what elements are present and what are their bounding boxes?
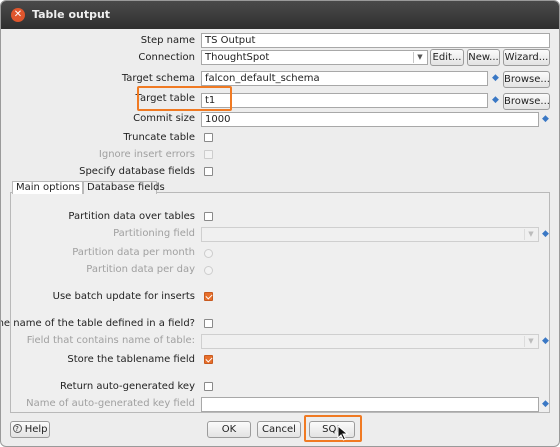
- new-connection-button[interactable]: New...: [467, 49, 500, 66]
- browse-schema-button[interactable]: Browse...: [503, 71, 550, 88]
- partition-per-month-radio[interactable]: [204, 249, 213, 258]
- store-tablename-field-checkbox[interactable]: [204, 355, 213, 364]
- partition-over-tables-label: Partition data over tables: [68, 211, 195, 222]
- variable-icon: ◆: [492, 95, 499, 105]
- cancel-button[interactable]: Cancel: [257, 421, 301, 438]
- partition-over-tables-checkbox[interactable]: [204, 212, 213, 221]
- table-output-dialog: ✕ Table output Step name TS Output Conne…: [0, 0, 560, 447]
- variable-icon: ◆: [542, 399, 549, 409]
- partition-per-day-label: Partition data per day: [86, 264, 195, 275]
- truncate-table-checkbox[interactable]: [204, 133, 213, 142]
- variable-icon: ◆: [542, 114, 549, 124]
- partitioning-field-label: Partitioning field: [113, 228, 195, 239]
- generated-key-field-input[interactable]: [201, 397, 539, 412]
- tab-main-options[interactable]: Main options: [12, 181, 83, 194]
- window-title: Table output: [32, 8, 111, 21]
- connection-value: ThoughtSpot: [205, 52, 270, 63]
- commit-size-value: 1000: [205, 114, 231, 125]
- target-table-label: Target table: [135, 93, 195, 104]
- browse-table-button[interactable]: Browse...: [503, 93, 550, 110]
- partition-per-month-label: Partition data per month: [72, 247, 195, 258]
- partitioning-field-select[interactable]: ▼: [201, 227, 539, 242]
- step-name-input[interactable]: TS Output: [201, 33, 550, 48]
- connection-select[interactable]: ThoughtSpot ▼: [201, 50, 428, 65]
- field-table-name-label: Field that contains name of table:: [26, 335, 195, 346]
- close-icon[interactable]: ✕: [11, 8, 25, 22]
- return-generated-key-checkbox[interactable]: [204, 382, 213, 391]
- table-name-in-field-label: Is the name of the table defined in a fi…: [0, 318, 195, 329]
- specify-database-fields-checkbox[interactable]: [204, 167, 213, 176]
- connection-label: Connection: [138, 52, 195, 63]
- ok-button[interactable]: OK: [207, 421, 251, 438]
- mouse-cursor-icon: [337, 425, 349, 441]
- chevron-down-icon: ▼: [413, 52, 426, 63]
- target-schema-label: Target schema: [121, 73, 195, 84]
- variable-icon: ◆: [492, 73, 499, 83]
- ignore-insert-errors-checkbox[interactable]: [204, 150, 213, 159]
- target-table-input[interactable]: t1: [201, 93, 488, 108]
- truncate-table-label: Truncate table: [123, 132, 195, 143]
- commit-size-label: Commit size: [133, 113, 195, 124]
- field-table-name-select[interactable]: ▼: [201, 334, 539, 349]
- batch-update-checkbox[interactable]: [204, 292, 213, 301]
- store-tablename-field-label: Store the tablename field: [67, 354, 195, 365]
- variable-icon: ◆: [542, 336, 549, 346]
- ignore-insert-errors-label: Ignore insert errors: [98, 149, 195, 160]
- edit-connection-button[interactable]: Edit...: [430, 49, 464, 66]
- return-generated-key-label: Return auto-generated key: [60, 381, 195, 392]
- wizard-button[interactable]: Wizard...: [503, 49, 550, 66]
- variable-icon: ◆: [542, 229, 549, 239]
- help-button[interactable]: ? Help: [10, 421, 50, 438]
- target-schema-value: falcon_default_schema: [205, 73, 320, 84]
- partition-per-day-radio[interactable]: [204, 266, 213, 275]
- table-name-in-field-checkbox[interactable]: [204, 319, 213, 328]
- step-name-value: TS Output: [205, 35, 256, 46]
- generated-key-field-label: Name of auto-generated key field: [26, 398, 195, 409]
- step-name-label: Step name: [140, 35, 195, 46]
- chevron-down-icon: ▼: [524, 229, 537, 240]
- target-table-value: t1: [205, 95, 216, 106]
- specify-database-fields-label: Specify database fields: [79, 166, 195, 177]
- target-schema-input[interactable]: falcon_default_schema: [201, 71, 488, 86]
- help-button-label: Help: [24, 424, 48, 435]
- tab-panel: [10, 192, 550, 413]
- title-bar: ✕ Table output: [1, 1, 559, 29]
- chevron-down-icon: ▼: [524, 336, 537, 347]
- batch-update-label: Use batch update for inserts: [52, 291, 195, 302]
- tab-database-fields[interactable]: Database fields: [83, 181, 165, 194]
- commit-size-input[interactable]: 1000: [201, 112, 539, 127]
- help-icon: ?: [12, 424, 22, 433]
